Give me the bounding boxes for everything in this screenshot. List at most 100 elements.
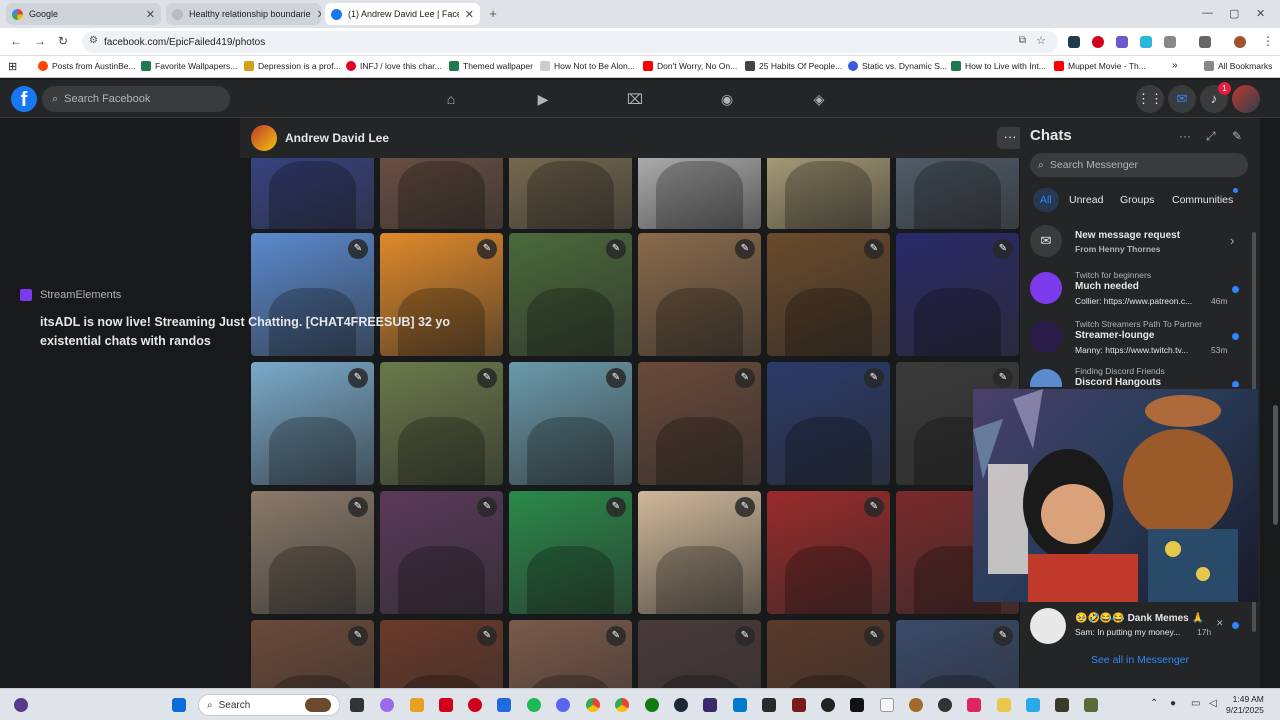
edit-pencil-icon[interactable]: ✎ <box>864 497 884 517</box>
edit-pencil-icon[interactable]: ✎ <box>864 239 884 259</box>
apps-grid-icon[interactable]: ⊞ <box>8 60 17 73</box>
edit-pencil-icon[interactable]: ✎ <box>735 626 755 646</box>
bookmark-item[interactable]: Depression is a prof... <box>244 61 341 71</box>
taskbar-app-icon[interactable] <box>439 698 453 712</box>
site-info-icon[interactable]: ⚙ <box>89 35 98 46</box>
video-icon[interactable]: ▶ <box>534 90 552 108</box>
edit-pencil-icon[interactable]: ✎ <box>348 239 368 259</box>
bookmark-item[interactable]: Muppet Movie - Th... <box>1054 61 1146 71</box>
address-bar[interactable]: ⚙ facebook.com/EpicFailed419/photos ⧉ ☆ <box>82 31 1058 53</box>
see-all-in-messenger-link[interactable]: See all in Messenger <box>1020 654 1260 666</box>
microphone-icon[interactable]: ● <box>1170 698 1176 709</box>
filter-groups[interactable]: Groups <box>1120 188 1154 212</box>
taskbar-app-icon[interactable] <box>909 698 923 712</box>
new-tab-button[interactable]: + <box>485 6 501 22</box>
edit-pencil-icon[interactable]: ✎ <box>864 626 884 646</box>
spotify-icon[interactable] <box>527 698 541 712</box>
photo-thumbnail[interactable] <box>509 158 632 229</box>
photo-thumbnail[interactable] <box>380 158 503 229</box>
taskbar-app-icon[interactable] <box>762 698 776 712</box>
edit-pencil-icon[interactable]: ✎ <box>993 368 1013 388</box>
tiktok-icon[interactable] <box>850 698 864 712</box>
extension-icon[interactable] <box>1092 36 1104 48</box>
new-message-icon[interactable]: ✎ <box>1232 129 1242 143</box>
bookmark-item[interactable]: 25 Habits Of People... <box>745 61 842 71</box>
taskbar-app-icon[interactable] <box>967 698 981 712</box>
edit-pencil-icon[interactable]: ✎ <box>477 626 497 646</box>
bookmark-star-icon[interactable]: ☆ <box>1036 34 1046 47</box>
photo-thumbnail[interactable] <box>767 158 890 229</box>
taskbar-app-icon[interactable] <box>556 698 570 712</box>
edit-pencil-icon[interactable]: ✎ <box>993 626 1013 646</box>
forward-icon[interactable]: → <box>34 34 46 48</box>
maximize-icon[interactable]: ▢ <box>1229 7 1239 20</box>
taskbar-search[interactable]: ⌕ Search <box>198 694 340 716</box>
taskbar-app-icon[interactable] <box>410 698 424 712</box>
photo-thumbnail[interactable]: ✎ <box>896 620 1019 688</box>
photo-thumbnail[interactable] <box>251 158 374 229</box>
photo-thumbnail[interactable]: ✎ <box>638 233 761 356</box>
store-icon[interactable] <box>497 698 511 712</box>
taskbar-clock[interactable]: 1:49 AM 9/21/2025 <box>1226 694 1264 716</box>
browser-menu-icon[interactable]: ⋮ <box>1262 34 1274 48</box>
taskbar-app-icon[interactable] <box>792 698 806 712</box>
extension-icon[interactable] <box>1116 36 1128 48</box>
edit-pencil-icon[interactable]: ✎ <box>477 497 497 517</box>
tray-overflow-icon[interactable]: ⌃ <box>1150 698 1158 709</box>
close-window-icon[interactable]: ✕ <box>1256 7 1265 20</box>
photo-thumbnail[interactable]: ✎ <box>251 362 374 485</box>
filter-communities[interactable]: Communities <box>1172 188 1233 212</box>
account-avatar[interactable] <box>1232 85 1260 113</box>
widgets-icon[interactable] <box>14 698 28 712</box>
marketplace-icon[interactable]: ⌧ <box>626 90 644 108</box>
taskbar-app-icon[interactable] <box>997 698 1011 712</box>
extension-icon[interactable] <box>1140 36 1152 48</box>
sidepanel-icon[interactable] <box>1199 36 1211 48</box>
profile-avatar[interactable] <box>251 125 277 151</box>
profile-name[interactable]: Andrew David Lee <box>285 131 389 145</box>
bookmark-item[interactable]: Favorite Wallpapers... <box>141 61 237 71</box>
photo-thumbnail[interactable] <box>638 158 761 229</box>
tab-facebook[interactable]: (1) Andrew David Lee | Faceboo ✕ <box>325 3 480 25</box>
taskbar-app-icon[interactable] <box>938 698 952 712</box>
edit-pencil-icon[interactable]: ✎ <box>993 239 1013 259</box>
chat-item[interactable]: 🥹🤣😂😂 Dank Memes 🙏 Sam: In putting my mon… <box>1030 606 1248 646</box>
bookmark-item[interactable]: Themed wallpaper <box>449 61 533 71</box>
volume-icon[interactable]: ◁ <box>1209 698 1217 709</box>
network-icon[interactable]: ▭ <box>1191 698 1200 709</box>
close-tab-icon[interactable]: ✕ <box>146 8 155 21</box>
page-scrollbar[interactable] <box>1273 405 1278 525</box>
bookmark-item[interactable]: INFJ / love this char... <box>346 61 442 71</box>
photo-thumbnail[interactable]: ✎ <box>638 491 761 614</box>
close-tab-icon[interactable]: ✕ <box>465 8 474 21</box>
photo-thumbnail[interactable]: ✎ <box>638 620 761 688</box>
edit-pencil-icon[interactable]: ✎ <box>735 497 755 517</box>
photo-thumbnail[interactable]: ✎ <box>380 491 503 614</box>
obs-icon[interactable] <box>821 698 835 712</box>
photo-thumbnail[interactable]: ✎ <box>380 620 503 688</box>
photo-thumbnail[interactable]: ✎ <box>509 491 632 614</box>
messenger-icon[interactable]: ✉ <box>1168 85 1196 113</box>
bookmark-item[interactable]: Posts from AustinBe... <box>38 61 136 71</box>
photo-thumbnail[interactable]: ✎ <box>509 233 632 356</box>
photo-thumbnail[interactable]: ✎ <box>380 362 503 485</box>
edit-pencil-icon[interactable]: ✎ <box>606 368 626 388</box>
photo-thumbnail[interactable]: ✎ <box>509 620 632 688</box>
menu-grid-icon[interactable]: ⋮⋮ <box>1136 85 1164 113</box>
file-icon[interactable] <box>880 698 894 712</box>
taskbar-app-icon[interactable] <box>1055 698 1069 712</box>
extensions-puzzle-icon[interactable] <box>1164 36 1176 48</box>
bookmark-item[interactable]: Don't Worry, No On... <box>643 61 737 71</box>
profile-avatar-icon[interactable] <box>1234 36 1246 48</box>
steam-icon[interactable] <box>674 698 688 712</box>
photo-thumbnail[interactable]: ✎ <box>767 491 890 614</box>
chat-item[interactable]: Twitch Streamers Path To Partner Streame… <box>1030 317 1248 361</box>
more-bookmarks-icon[interactable]: » <box>1172 60 1178 71</box>
edit-pencil-icon[interactable]: ✎ <box>477 368 497 388</box>
messenger-search-input[interactable]: ⌕ Search Messenger <box>1030 153 1248 177</box>
reload-icon[interactable]: ↻ <box>58 34 68 48</box>
close-tab-icon[interactable]: ✕ <box>317 8 321 21</box>
edit-pencil-icon[interactable]: ✎ <box>606 626 626 646</box>
taskbar-app-icon[interactable] <box>1084 698 1098 712</box>
photo-thumbnail[interactable]: ✎ <box>251 620 374 688</box>
